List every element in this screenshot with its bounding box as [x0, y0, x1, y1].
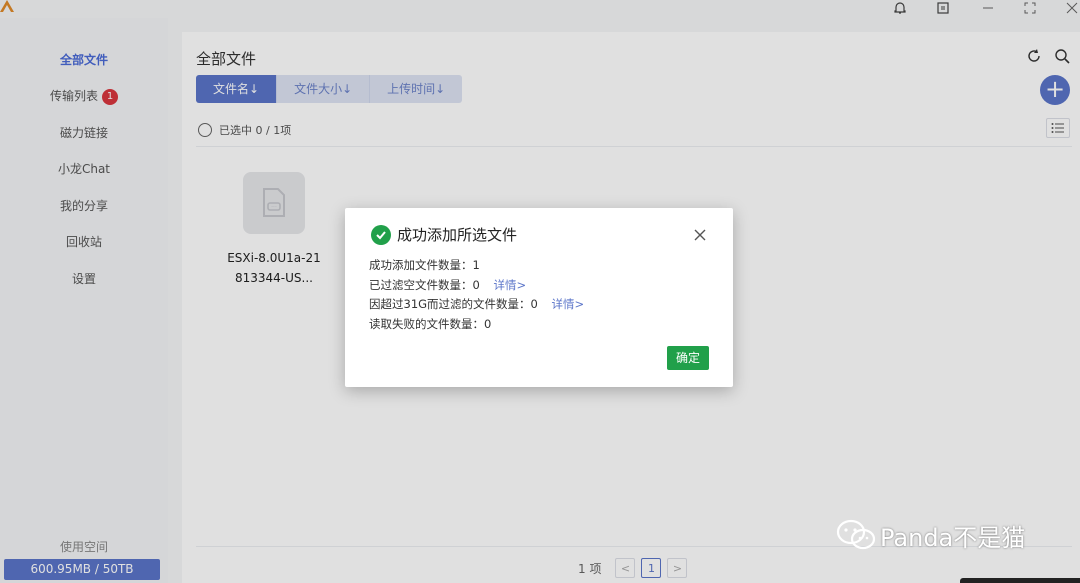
details-link-empty-files[interactable]: 详情>	[493, 278, 526, 292]
taskbar-edge	[960, 578, 1080, 583]
result-line: 已过滤空文件数量：0 详情>	[369, 276, 584, 296]
wechat-icon	[836, 519, 876, 550]
watermark: Panda不是猫	[836, 517, 1025, 553]
ok-button[interactable]: 确定	[667, 346, 709, 370]
check-circle-icon	[371, 225, 391, 245]
details-link-oversize-files[interactable]: 详情>	[552, 297, 585, 311]
dialog-body: 成功添加文件数量：1 已过滤空文件数量：0 详情> 因超过31G而过滤的文件数量…	[369, 256, 584, 334]
result-line: 因超过31G而过滤的文件数量：0 详情>	[369, 295, 584, 315]
result-line: 成功添加文件数量：1	[369, 256, 584, 276]
result-line: 读取失败的文件数量：0	[369, 315, 584, 335]
result-text: 成功添加文件数量：1	[369, 258, 480, 272]
close-icon[interactable]	[693, 228, 707, 242]
result-text: 因超过31G而过滤的文件数量：0	[369, 297, 538, 311]
watermark-text: Panda不是猫	[880, 523, 1026, 552]
result-text: 已过滤空文件数量：0	[369, 277, 480, 292]
success-dialog: 成功添加所选文件 成功添加文件数量：1 已过滤空文件数量：0 详情> 因超过31…	[345, 208, 733, 387]
result-text: 读取失败的文件数量：0	[369, 316, 492, 331]
dialog-title: 成功添加所选文件	[397, 226, 518, 244]
